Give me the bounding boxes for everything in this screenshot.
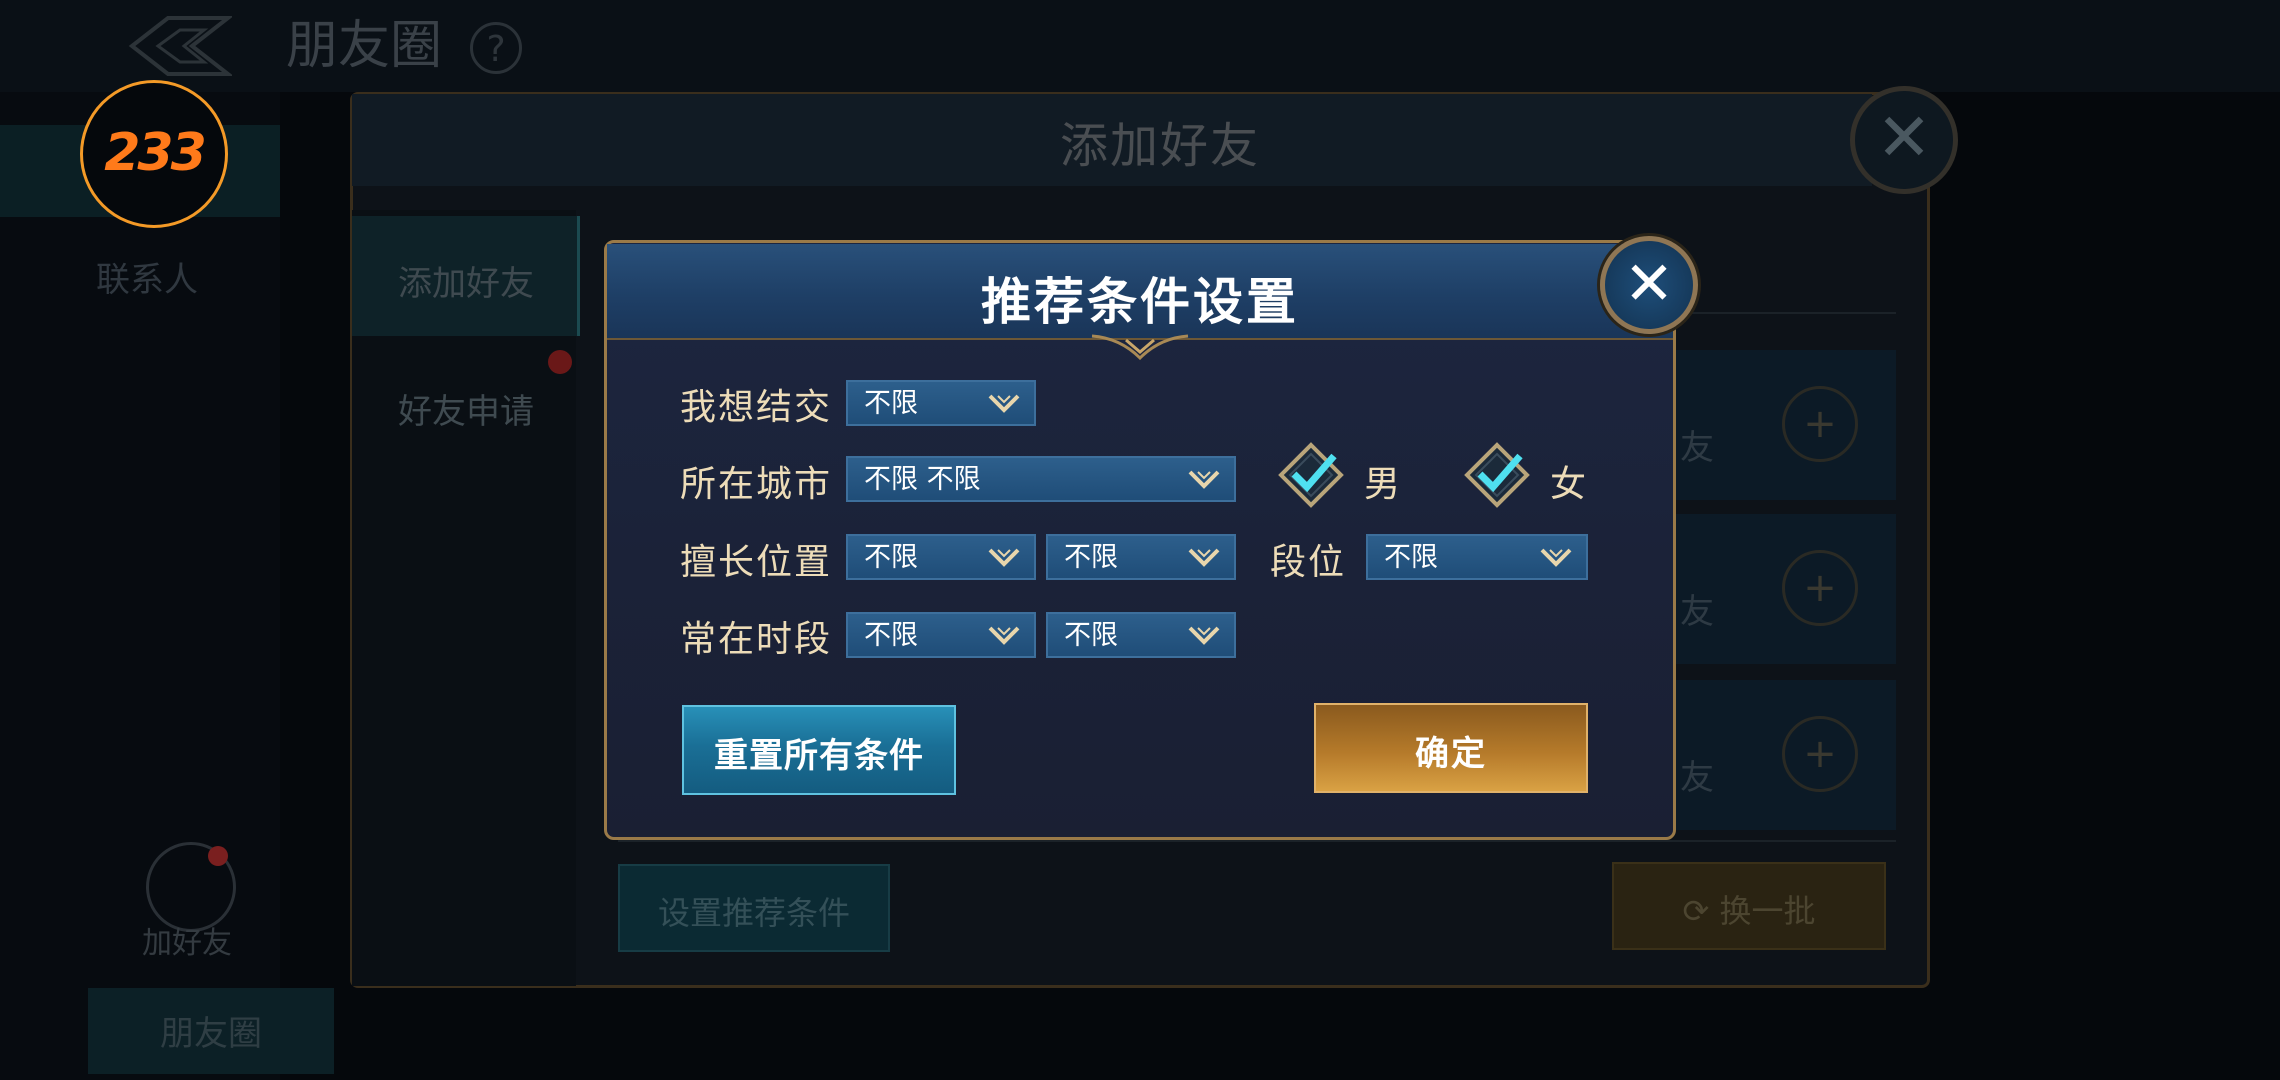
chevron-down-icon xyxy=(1188,626,1220,645)
position-select-1[interactable]: 不限 xyxy=(846,534,1036,580)
city-label: 所在城市 xyxy=(680,464,833,505)
position-label: 擅长位置 xyxy=(680,542,833,583)
notification-dot xyxy=(548,350,572,374)
panel-title: 添加好友 xyxy=(1059,118,1260,174)
chevron-down-icon xyxy=(1188,470,1220,489)
avatar[interactable]: 233 xyxy=(80,80,228,228)
page-title: 朋友圈 xyxy=(286,16,443,76)
header-ornament-icon xyxy=(1091,334,1189,360)
city-value: 不限 不限 xyxy=(864,464,981,495)
reset-conditions-label: 重置所有条件 xyxy=(714,736,924,776)
tab-friend-requests[interactable]: 好友申请 xyxy=(352,384,580,433)
confirm-label: 确定 xyxy=(1415,734,1487,774)
close-icon: ✕ xyxy=(1623,249,1675,319)
position-value-1: 不限 xyxy=(864,542,918,573)
chevron-down-icon xyxy=(988,548,1020,567)
refresh-icon: ⟳ xyxy=(1682,892,1720,930)
chevron-down-icon xyxy=(1540,548,1572,567)
nav-item-add-friend[interactable]: 加好友 xyxy=(142,918,232,962)
time-value-1: 不限 xyxy=(864,620,918,651)
dialog-title: 推荐条件设置 xyxy=(981,273,1299,331)
divider xyxy=(618,840,1896,842)
time-value-2: 不限 xyxy=(1064,620,1118,651)
time-label: 常在时段 xyxy=(680,619,833,660)
back-arrow-icon[interactable] xyxy=(128,12,232,80)
want-to-meet-select[interactable]: 不限 xyxy=(846,380,1036,426)
set-conditions-label: 设置推荐条件 xyxy=(657,894,850,932)
recommendation-text: 友 xyxy=(1680,428,1714,468)
chevron-down-icon xyxy=(988,626,1020,645)
tab-add-friend-label: 添加好友 xyxy=(398,264,534,304)
recommendation-text: 友 xyxy=(1680,592,1714,632)
refresh-text: 换一批 xyxy=(1719,892,1816,930)
help-icon[interactable]: ? xyxy=(470,22,522,74)
chevron-down-icon xyxy=(1188,548,1220,567)
chevron-down-icon xyxy=(988,394,1020,413)
want-to-meet-label: 我想结交 xyxy=(680,387,833,428)
close-icon: ✕ xyxy=(1876,99,1932,176)
female-checkbox[interactable] xyxy=(1464,442,1530,508)
left-nav xyxy=(0,92,280,1080)
add-user-icon: + xyxy=(1803,401,1837,447)
rank-select[interactable]: 不限 xyxy=(1366,534,1588,580)
position-select-2[interactable]: 不限 xyxy=(1046,534,1236,580)
rank-value: 不限 xyxy=(1384,542,1438,573)
want-to-meet-value: 不限 xyxy=(864,388,918,419)
male-label: 男 xyxy=(1364,464,1401,505)
refresh-label: ⟳ 换一批 xyxy=(1612,886,1886,932)
nav-item-contacts[interactable]: 联系人 xyxy=(96,252,276,301)
male-checkbox[interactable] xyxy=(1278,442,1344,508)
add-user-icon: + xyxy=(1803,565,1837,611)
time-select-2[interactable]: 不限 xyxy=(1046,612,1236,658)
add-user-icon: + xyxy=(1803,731,1837,777)
notification-dot xyxy=(208,846,228,866)
rank-label: 段位 xyxy=(1270,542,1347,583)
position-value-2: 不限 xyxy=(1064,542,1118,573)
recommendation-text: 友 xyxy=(1680,758,1714,798)
city-select[interactable]: 不限 不限 xyxy=(846,456,1236,502)
tab-moments-label: 朋友圈 xyxy=(160,1014,262,1054)
time-select-1[interactable]: 不限 xyxy=(846,612,1036,658)
female-label: 女 xyxy=(1550,464,1587,505)
